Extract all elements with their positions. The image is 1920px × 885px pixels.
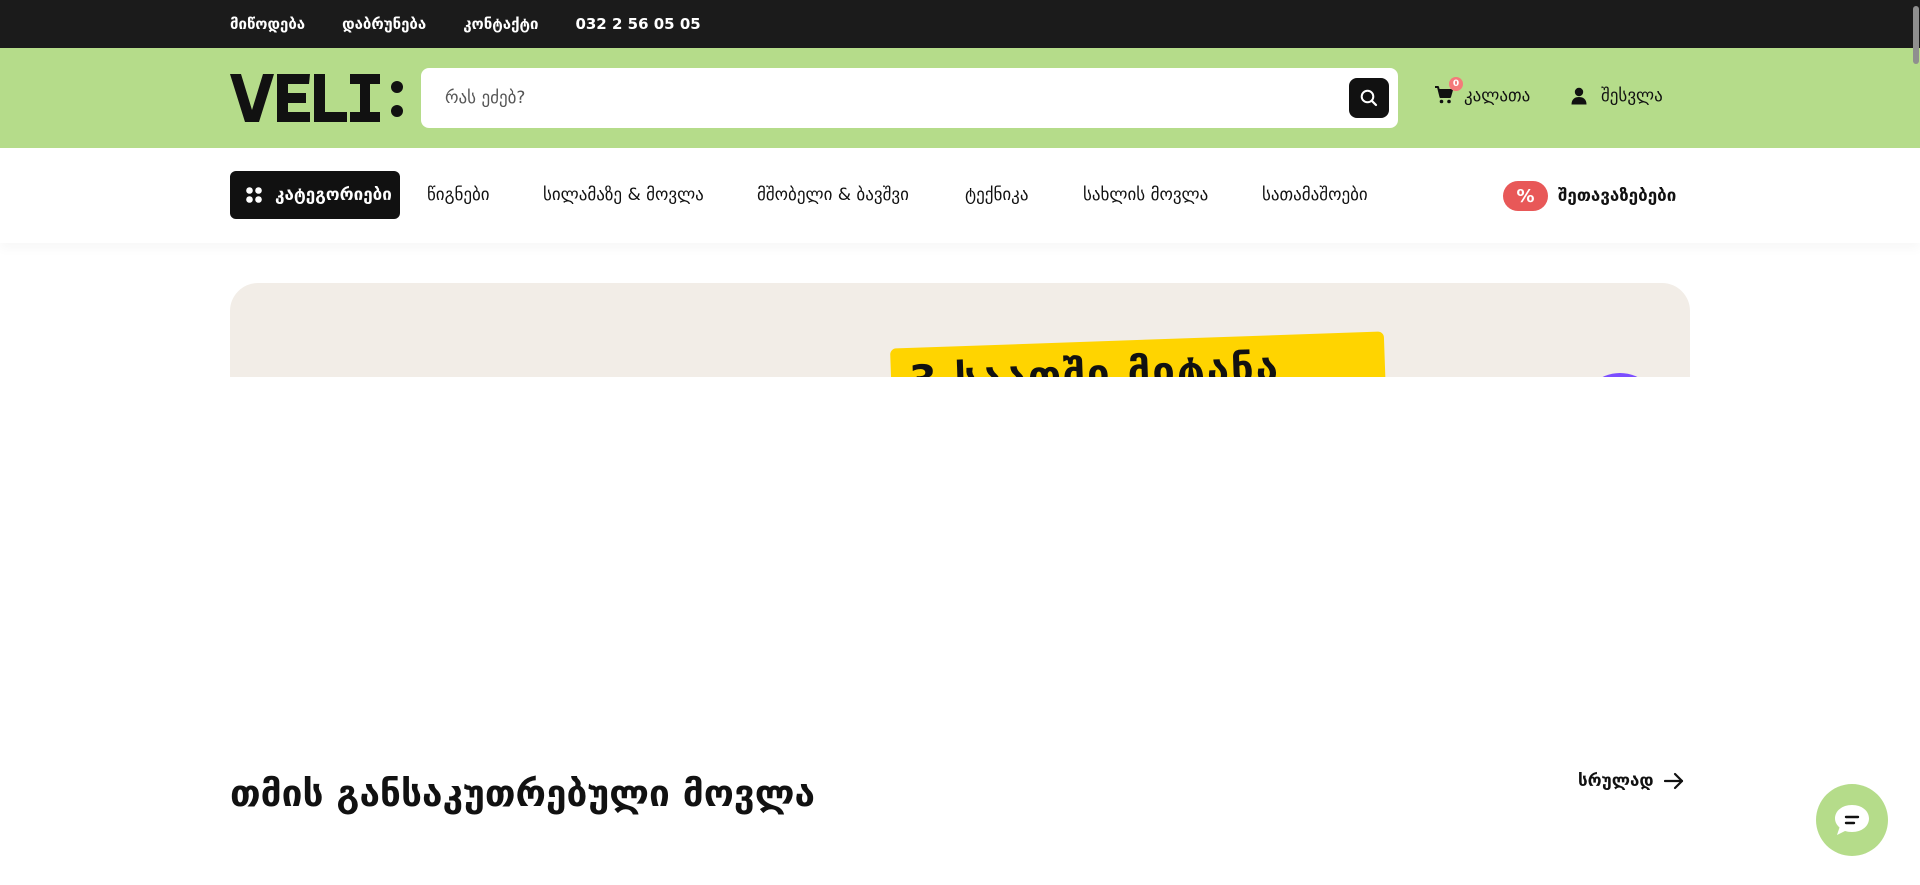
nav-item-beauty[interactable]: სილამაზე & მოვლა	[543, 171, 704, 219]
nav-item-books[interactable]: წიგნები	[427, 171, 490, 219]
percent-badge-icon: %	[1503, 181, 1548, 211]
offers-link[interactable]: % შეთავაზებები	[1503, 181, 1676, 211]
top-bar: მიწოდება დაბრუნება კონტაქტი 032 2 56 05 …	[0, 0, 1920, 48]
chat-icon	[1835, 805, 1869, 835]
topbar-link-contact[interactable]: კონტაქტი	[463, 15, 538, 33]
logo[interactable]	[230, 74, 406, 122]
page-scrollbar[interactable]	[1912, 0, 1920, 885]
user-icon	[1571, 87, 1587, 105]
search-button[interactable]	[1349, 78, 1389, 118]
category-nav: კატეგორიები წიგნები სილამაზე & მოვლა მშო…	[0, 148, 1920, 243]
cart-button[interactable]: 0 კალათა	[1434, 77, 1531, 111]
arrow-right-icon	[1663, 772, 1683, 790]
cart-icon-wrap: 0	[1434, 77, 1463, 107]
nav-item-home-care[interactable]: სახლის მოვლა	[1083, 171, 1208, 219]
topbar-link-returns[interactable]: დაბრუნება	[342, 15, 426, 33]
cart-count-badge: 0	[1449, 77, 1463, 91]
see-all-label: სრულად	[1578, 771, 1654, 791]
see-all-link[interactable]: სრულად	[1578, 766, 1684, 796]
search-input[interactable]	[445, 68, 1325, 128]
nav-item-toys[interactable]: სათამაშოები	[1262, 171, 1368, 219]
nav-item-technique[interactable]: ტექნიკა	[965, 171, 1028, 219]
scrollbar-thumb[interactable]	[1913, 6, 1919, 64]
topbar-link-delivery[interactable]: მიწოდება	[230, 15, 305, 33]
section-title: თმის განსაკუთრებული მოვლა	[230, 772, 816, 815]
categories-button[interactable]: კატეგორიები	[230, 171, 400, 219]
chat-button[interactable]	[1816, 784, 1888, 856]
top-bar-links: მიწოდება დაბრუნება კონტაქტი 032 2 56 05 …	[230, 0, 701, 48]
search-icon	[1360, 89, 1378, 107]
login-label: შესვლა	[1601, 86, 1663, 106]
banner-decoration-circle	[1580, 373, 1660, 377]
banner-sticker-text: 3 საათში მიტანა	[908, 345, 1281, 377]
offers-label: შეთავაზებები	[1558, 186, 1677, 206]
grid-icon	[246, 187, 262, 203]
nav-item-parent-child[interactable]: მშობელი & ბავშვი	[757, 171, 909, 219]
categories-label: კატეგორიები	[275, 185, 392, 205]
header: 0 კალათა შესვლა	[0, 48, 1920, 148]
topbar-link-phone[interactable]: 032 2 56 05 05	[575, 15, 700, 33]
login-button[interactable]: შესვლა	[1571, 81, 1663, 111]
cart-label: კალათა	[1464, 86, 1531, 106]
banner-sticker: 3 საათში მიტანა	[890, 331, 1386, 377]
search-bar	[421, 68, 1398, 128]
hero-banner[interactable]: 3 საათში მიტანა	[230, 283, 1690, 377]
